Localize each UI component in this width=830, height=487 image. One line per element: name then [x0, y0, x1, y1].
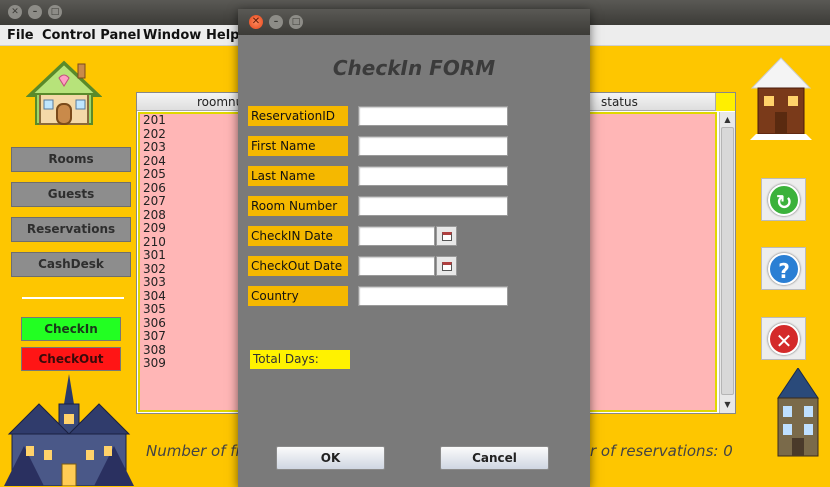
reservation-id-label: ReservationID: [248, 106, 348, 126]
country-label: Country: [248, 286, 348, 306]
close-icon: ✕: [768, 323, 800, 355]
sidebar-separator: [22, 297, 124, 299]
refresh-icon: ↻: [768, 184, 800, 216]
cancel-button[interactable]: Cancel: [440, 446, 549, 470]
rooms-button[interactable]: Rooms: [11, 147, 131, 172]
last-name-label: Last Name: [248, 166, 348, 186]
menu-control-panel[interactable]: Control Panel: [42, 28, 141, 43]
hotel-castle-image: [4, 374, 134, 486]
scroll-thumb[interactable]: [721, 127, 734, 395]
checkout-date-input[interactable]: [358, 256, 435, 276]
snowy-house-image: [750, 57, 812, 140]
checkin-date-label: CheckIN Date: [248, 226, 348, 246]
checkin-date-input[interactable]: [358, 226, 435, 246]
minimize-window-button[interactable]: –: [28, 5, 42, 19]
country-input[interactable]: [358, 286, 508, 306]
exit-button[interactable]: ✕: [761, 317, 806, 360]
dialog-titlebar: ✕ – □: [238, 9, 590, 35]
first-name-label: First Name: [248, 136, 348, 156]
reservations-button[interactable]: Reservations: [11, 217, 131, 242]
scroll-up-arrow-icon[interactable]: ▲: [722, 114, 733, 125]
checkin-date-picker-button[interactable]: [436, 226, 457, 246]
checkout-date-label: CheckOut Date: [248, 256, 348, 276]
checkout-button[interactable]: CheckOut: [21, 347, 121, 371]
menu-file[interactable]: File: [7, 28, 34, 43]
menu-window[interactable]: Window: [143, 28, 201, 43]
cashdesk-button[interactable]: CashDesk: [11, 252, 131, 277]
ok-button[interactable]: OK: [276, 446, 385, 470]
table-corner: [715, 93, 735, 111]
checkin-button[interactable]: CheckIn: [21, 317, 121, 341]
free-rooms-count-text: Number of fr: [146, 442, 242, 460]
dialog-close-button[interactable]: ✕: [249, 15, 263, 29]
scroll-down-arrow-icon[interactable]: ▼: [722, 399, 733, 410]
dialog-minimize-button[interactable]: –: [269, 15, 283, 29]
calendar-icon: [442, 262, 452, 271]
help-button[interactable]: ?: [761, 247, 806, 290]
guests-button[interactable]: Guests: [11, 182, 131, 207]
menu-help[interactable]: Help: [206, 28, 239, 43]
calendar-icon: [442, 232, 452, 241]
close-window-button[interactable]: ✕: [8, 5, 22, 19]
first-name-input[interactable]: [358, 136, 508, 156]
checkin-dialog: ✕ – □ CheckIn FORM ReservationID First N…: [238, 9, 590, 487]
victorian-house-image: [777, 368, 819, 457]
column-header-status[interactable]: status: [601, 93, 638, 111]
room-number-label: Room Number: [248, 196, 348, 216]
dialog-maximize-button[interactable]: □: [289, 15, 303, 29]
total-days-label: Total Days:: [250, 350, 350, 369]
refresh-button[interactable]: ↻: [761, 178, 806, 221]
reservations-count-text: r of reservations: 0: [590, 442, 733, 460]
form-title: CheckIn FORM: [332, 56, 496, 80]
reservation-id-input[interactable]: [358, 106, 508, 126]
help-icon: ?: [768, 253, 800, 285]
column-header-roomnumber[interactable]: roomnu: [197, 93, 243, 111]
maximize-window-button[interactable]: □: [48, 5, 62, 19]
house-logo: [26, 60, 102, 125]
last-name-input[interactable]: [358, 166, 508, 186]
checkout-date-picker-button[interactable]: [436, 256, 457, 276]
table-vertical-scrollbar[interactable]: ▲ ▼: [719, 112, 735, 413]
room-number-input[interactable]: [358, 196, 508, 216]
